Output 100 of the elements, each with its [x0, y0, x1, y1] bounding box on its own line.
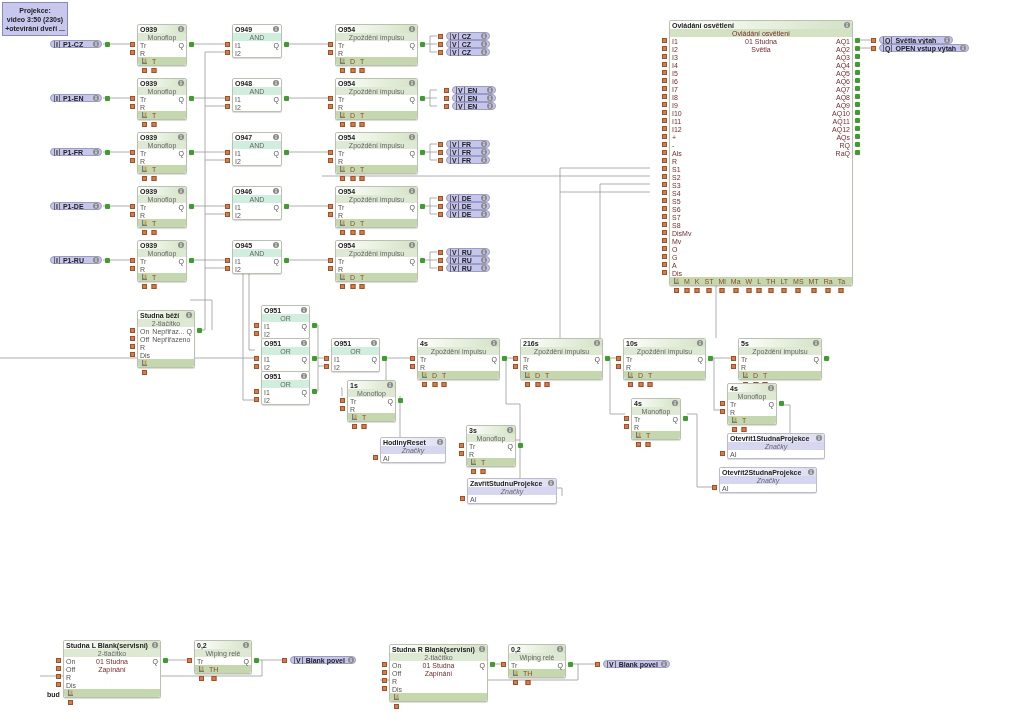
- info-icon[interactable]: [944, 37, 950, 43]
- tool-icon[interactable]: [142, 274, 147, 280]
- info-icon[interactable]: [243, 642, 249, 648]
- tool-icon[interactable]: [340, 166, 345, 172]
- output-connector[interactable]: [105, 42, 110, 47]
- input-connector[interactable]: [282, 658, 287, 663]
- input-connector[interactable]: [811, 287, 817, 293]
- output-connector[interactable]: [284, 96, 289, 101]
- info-icon[interactable]: [437, 439, 443, 445]
- info-icon[interactable]: [481, 257, 487, 263]
- info-icon[interactable]: [273, 26, 279, 32]
- tool-icon[interactable]: [142, 220, 147, 226]
- tool-icon[interactable]: [422, 372, 427, 378]
- tool-icon[interactable]: [352, 414, 357, 420]
- info-icon[interactable]: [487, 87, 493, 93]
- output-connector[interactable]: [189, 258, 194, 263]
- info-icon[interactable]: [768, 385, 774, 391]
- tool-icon[interactable]: [628, 372, 633, 378]
- tool-icon[interactable]: [732, 417, 737, 423]
- info-icon[interactable]: [178, 242, 184, 248]
- info-icon[interactable]: [347, 657, 354, 663]
- input-connector[interactable]: [460, 496, 465, 501]
- input-connector[interactable]: [394, 704, 399, 709]
- output-connector[interactable]: [779, 401, 784, 406]
- tool-icon[interactable]: [340, 112, 345, 118]
- input-connector[interactable]: [68, 700, 73, 705]
- info-icon[interactable]: [844, 22, 850, 28]
- input-connector[interactable]: [712, 485, 717, 490]
- info-icon[interactable]: [487, 103, 493, 109]
- output-connector[interactable]: [683, 416, 688, 421]
- info-icon[interactable]: [479, 646, 485, 652]
- info-icon[interactable]: [481, 203, 487, 209]
- info-icon[interactable]: [409, 188, 415, 194]
- output-connector[interactable]: [420, 258, 425, 263]
- input-connector[interactable]: [501, 662, 506, 667]
- input-connector[interactable]: [719, 287, 725, 293]
- tool-icon[interactable]: [68, 690, 73, 696]
- output-connector[interactable]: [284, 204, 289, 209]
- output-connector[interactable]: [284, 42, 289, 47]
- info-icon[interactable]: [93, 203, 99, 209]
- info-icon[interactable]: [178, 188, 184, 194]
- info-icon[interactable]: [491, 340, 497, 346]
- input-connector[interactable]: [795, 287, 801, 293]
- info-icon[interactable]: [93, 149, 99, 155]
- info-icon[interactable]: [273, 188, 279, 194]
- info-icon[interactable]: [548, 480, 554, 486]
- output-connector[interactable]: [189, 150, 194, 155]
- input-connector[interactable]: [513, 680, 518, 685]
- info-icon[interactable]: [93, 41, 99, 47]
- output-connector[interactable]: [254, 658, 259, 663]
- input-connector[interactable]: [733, 287, 739, 293]
- tool-icon[interactable]: [636, 432, 641, 438]
- output-connector[interactable]: [502, 356, 507, 361]
- output-connector[interactable]: [420, 42, 425, 47]
- tool-icon[interactable]: [142, 112, 147, 118]
- input-connector[interactable]: [187, 658, 192, 663]
- info-icon[interactable]: [186, 312, 192, 318]
- tool-icon[interactable]: [340, 274, 345, 280]
- info-icon[interactable]: [813, 340, 819, 346]
- tool-icon[interactable]: [471, 459, 476, 465]
- output-connector[interactable]: [163, 658, 168, 663]
- input-connector[interactable]: [211, 675, 217, 681]
- info-icon[interactable]: [273, 242, 279, 248]
- output-connector[interactable]: [398, 398, 403, 403]
- info-icon[interactable]: [672, 400, 678, 406]
- info-icon[interactable]: [301, 307, 307, 313]
- info-icon[interactable]: [960, 45, 966, 51]
- output-connector[interactable]: [312, 356, 317, 361]
- info-icon[interactable]: [371, 340, 377, 346]
- info-icon[interactable]: [557, 646, 563, 652]
- output-connector[interactable]: [382, 356, 387, 361]
- output-connector[interactable]: [824, 356, 829, 361]
- info-icon[interactable]: [301, 373, 307, 379]
- info-icon[interactable]: [697, 340, 703, 346]
- tool-icon[interactable]: [743, 372, 748, 378]
- input-connector[interactable]: [781, 287, 787, 293]
- input-connector[interactable]: [199, 676, 204, 681]
- input-connector[interactable]: [142, 370, 147, 375]
- input-connector[interactable]: [720, 451, 725, 456]
- info-icon[interactable]: [481, 149, 487, 155]
- info-icon[interactable]: [409, 134, 415, 140]
- output-connector[interactable]: [568, 662, 573, 667]
- output-connector[interactable]: [518, 443, 523, 448]
- info-icon[interactable]: [481, 33, 487, 39]
- output-connector[interactable]: [189, 42, 194, 47]
- output-connector[interactable]: [284, 258, 289, 263]
- output-connector[interactable]: [105, 258, 110, 263]
- output-connector[interactable]: [197, 328, 202, 333]
- tool-icon[interactable]: [340, 58, 345, 64]
- output-connector[interactable]: [708, 356, 713, 361]
- output-connector[interactable]: [189, 204, 194, 209]
- tool-icon[interactable]: [199, 666, 204, 672]
- info-icon[interactable]: [93, 95, 99, 101]
- input-connector[interactable]: [373, 455, 378, 460]
- info-icon[interactable]: [487, 95, 493, 101]
- info-icon[interactable]: [178, 134, 184, 140]
- info-icon[interactable]: [481, 141, 487, 147]
- info-icon[interactable]: [816, 435, 822, 441]
- info-icon[interactable]: [409, 80, 415, 86]
- tool-icon[interactable]: [340, 220, 345, 226]
